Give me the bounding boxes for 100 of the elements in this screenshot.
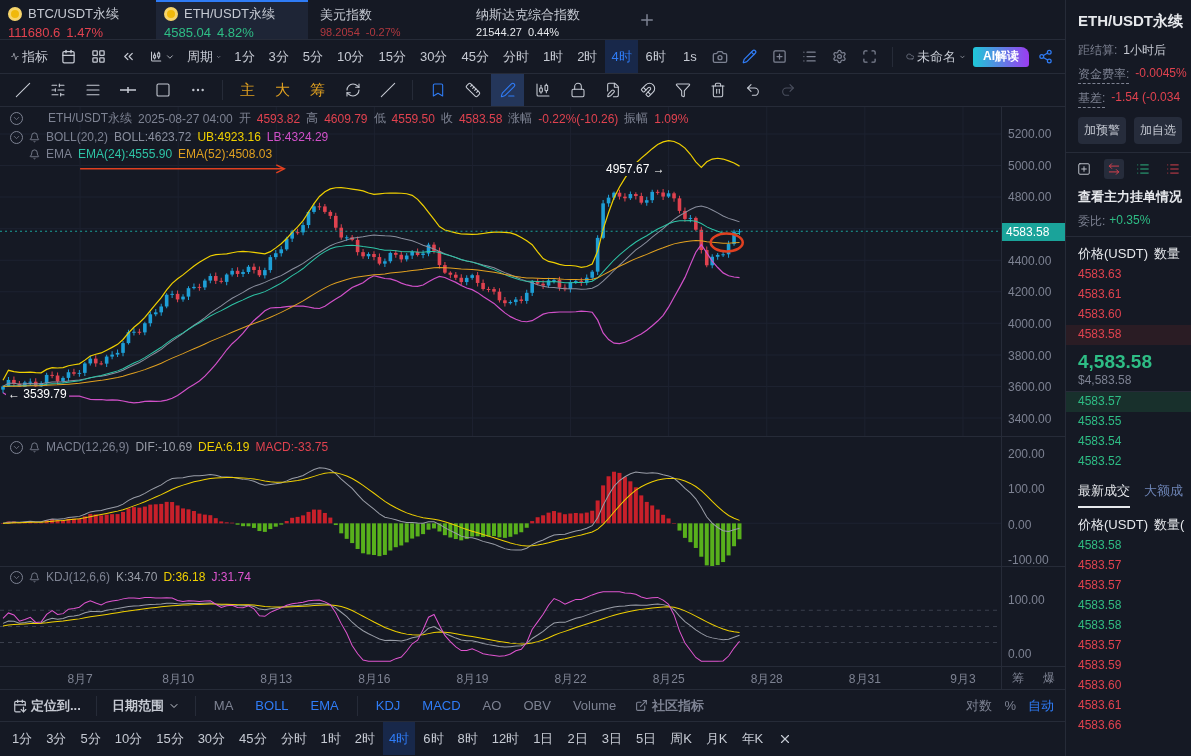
indicator-toggle[interactable]: Volume bbox=[562, 698, 627, 713]
ratio-label: 委比: bbox=[1078, 213, 1106, 230]
info-value: -0.0045% bbox=[1135, 66, 1187, 82]
last-price: 4,583.58 bbox=[1077, 350, 1153, 373]
indicator-button[interactable]: 指标 bbox=[6, 40, 53, 73]
period-button[interactable]: 3分 bbox=[262, 40, 295, 73]
layout-name-dropdown[interactable]: 未命名 bbox=[900, 40, 971, 73]
community-indicators-button[interactable]: 社区指标 bbox=[628, 690, 712, 721]
info-value: 1小时后 bbox=[1123, 42, 1167, 59]
trade-price: 4583.59 bbox=[1077, 657, 1123, 674]
seconds-button[interactable]: 1s bbox=[675, 40, 704, 73]
trades-tab[interactable]: 最新成交 bbox=[1078, 482, 1130, 508]
indicator-toggle[interactable]: OBV bbox=[513, 698, 561, 713]
ai-button[interactable]: AI解读 bbox=[973, 46, 1029, 67]
period-button[interactable]: 1分 bbox=[6, 722, 39, 755]
period-button[interactable]: 2时 bbox=[571, 40, 604, 73]
indicator-toggle[interactable]: AO bbox=[472, 698, 512, 713]
scale-option[interactable]: 对数 bbox=[961, 696, 998, 715]
symbol-tab[interactable]: ETH/USDT永续 4585.04 4.82% bbox=[156, 0, 308, 39]
trades-tab[interactable]: 大额成 bbox=[1144, 482, 1183, 508]
indicator-value: LB:4324.29 bbox=[266, 130, 329, 144]
period-button[interactable]: 1时 bbox=[314, 722, 347, 755]
symbol-tab[interactable]: BTC/USDT永续 111680.6 1.47% bbox=[0, 0, 152, 39]
period-button[interactable]: 分时 bbox=[274, 722, 313, 755]
tab-change: 4.82% bbox=[217, 24, 254, 40]
period-button[interactable]: 15分 bbox=[150, 722, 190, 755]
ohlc-value: 4583.58 bbox=[458, 111, 503, 126]
period-button[interactable]: 5日 bbox=[629, 722, 663, 755]
ask-price: 4583.58 bbox=[1066, 325, 1191, 345]
axis-corner-label[interactable]: 筹 bbox=[1011, 669, 1024, 687]
date-axis-label: 8月7 bbox=[67, 671, 93, 688]
period-button[interactable]: 30分 bbox=[191, 722, 232, 755]
indicator-toggle[interactable]: MA bbox=[203, 698, 244, 713]
period-button[interactable]: 3日 bbox=[595, 722, 628, 755]
trade-price: 4583.66 bbox=[1077, 717, 1123, 734]
period-button[interactable]: 月K bbox=[699, 722, 734, 755]
change-value: -0.22%(-10.26) bbox=[538, 111, 619, 126]
column-header: 数量( bbox=[1154, 516, 1185, 534]
period-button[interactable]: 15分 bbox=[372, 40, 412, 73]
indicator-value: UB:4923.16 bbox=[197, 130, 261, 144]
scale-option[interactable]: % bbox=[999, 698, 1021, 713]
period-button[interactable]: 3分 bbox=[40, 722, 73, 755]
indicator-toggle[interactable]: MACD bbox=[412, 698, 471, 713]
period-button[interactable]: 1时 bbox=[536, 40, 570, 73]
period-button[interactable]: 10分 bbox=[331, 40, 371, 73]
trade-price: 4583.57 bbox=[1077, 637, 1123, 654]
period-button[interactable]: 年K bbox=[735, 722, 770, 755]
ask-price: 4583.61 bbox=[1077, 286, 1123, 303]
side-button[interactable]: 加自选 bbox=[1134, 117, 1182, 144]
scale-option[interactable]: 自动 bbox=[1023, 696, 1059, 715]
price-axis-label: 4400.00 bbox=[1008, 253, 1052, 268]
info-label: 距结算: bbox=[1078, 42, 1118, 59]
trade-price: 4583.57 bbox=[1077, 557, 1123, 574]
period-button[interactable]: 周K bbox=[664, 722, 698, 755]
period-button[interactable]: 5分 bbox=[74, 722, 107, 755]
period-button[interactable]: 2时 bbox=[348, 722, 382, 755]
symbol-tab[interactable]: 纳斯达克综合指数 21544.27 0.44% bbox=[468, 0, 620, 39]
indicator-value: DIF:-10.69 bbox=[135, 440, 193, 454]
period-button[interactable]: 45分 bbox=[233, 722, 273, 755]
tab-price: 98.2054 bbox=[320, 26, 360, 38]
symbol-tab[interactable]: 美元指数 98.2054 -0.27% bbox=[312, 0, 464, 39]
indicator-toggle[interactable]: BOLL bbox=[245, 698, 299, 713]
period-button[interactable]: 1日 bbox=[527, 722, 560, 755]
period-dropdown[interactable]: 周期 bbox=[182, 40, 227, 73]
period-button[interactable]: 30分 bbox=[413, 40, 454, 73]
period-button[interactable]: 6时 bbox=[417, 722, 450, 755]
date-axis-label: 8月16 bbox=[358, 671, 391, 688]
kdj-axis-label: 0.00 bbox=[1008, 647, 1032, 661]
period-button[interactable]: 10分 bbox=[108, 722, 149, 755]
period-button[interactable]: 45分 bbox=[455, 40, 495, 73]
side-button[interactable]: 加预警 bbox=[1078, 117, 1126, 144]
trade-price: 4583.60 bbox=[1077, 677, 1123, 694]
period-button[interactable]: 1分 bbox=[228, 40, 261, 73]
text-tool[interactable]: 主 bbox=[231, 74, 264, 106]
legend-symbol: ETH/USDT永续 bbox=[47, 110, 132, 127]
period-button[interactable]: 5分 bbox=[296, 40, 330, 73]
period-button[interactable]: 12时 bbox=[485, 722, 526, 755]
indicator-name: MACD(12,26,9) bbox=[46, 440, 130, 454]
period-button[interactable]: 4时 bbox=[383, 722, 416, 755]
date-range-dropdown[interactable]: 日期范围 bbox=[104, 690, 187, 721]
price-axis-label: 3600.00 bbox=[1008, 380, 1052, 395]
axis-corner-label[interactable]: 爆 bbox=[1043, 669, 1056, 687]
indicator-toggle[interactable]: EMA bbox=[300, 698, 349, 713]
ask-price: 4583.60 bbox=[1077, 306, 1123, 323]
text-tool[interactable]: 大 bbox=[266, 74, 299, 106]
trade-price: 4583.57 bbox=[1077, 577, 1123, 594]
locate-button[interactable]: 定位到... bbox=[6, 690, 88, 721]
price-axis-label: 4800.00 bbox=[1008, 190, 1052, 205]
tab-symbol: BTC/USDT永续 bbox=[28, 4, 119, 23]
period-button[interactable]: 分时 bbox=[496, 40, 535, 73]
indicator-toggle[interactable]: KDJ bbox=[365, 698, 411, 713]
legend-time: 2025-08-27 04:00 bbox=[138, 111, 233, 126]
period-button[interactable]: 8时 bbox=[451, 722, 484, 755]
bid-price: 4583.54 bbox=[1077, 433, 1123, 450]
text-tool[interactable]: 筹 bbox=[301, 74, 334, 106]
period-button[interactable]: 4时 bbox=[605, 40, 638, 73]
period-button[interactable]: 2日 bbox=[561, 722, 594, 755]
tab-symbol: 美元指数 bbox=[320, 6, 372, 24]
date-axis-label: 9月3 bbox=[950, 671, 976, 688]
period-button[interactable]: 6时 bbox=[639, 40, 672, 73]
